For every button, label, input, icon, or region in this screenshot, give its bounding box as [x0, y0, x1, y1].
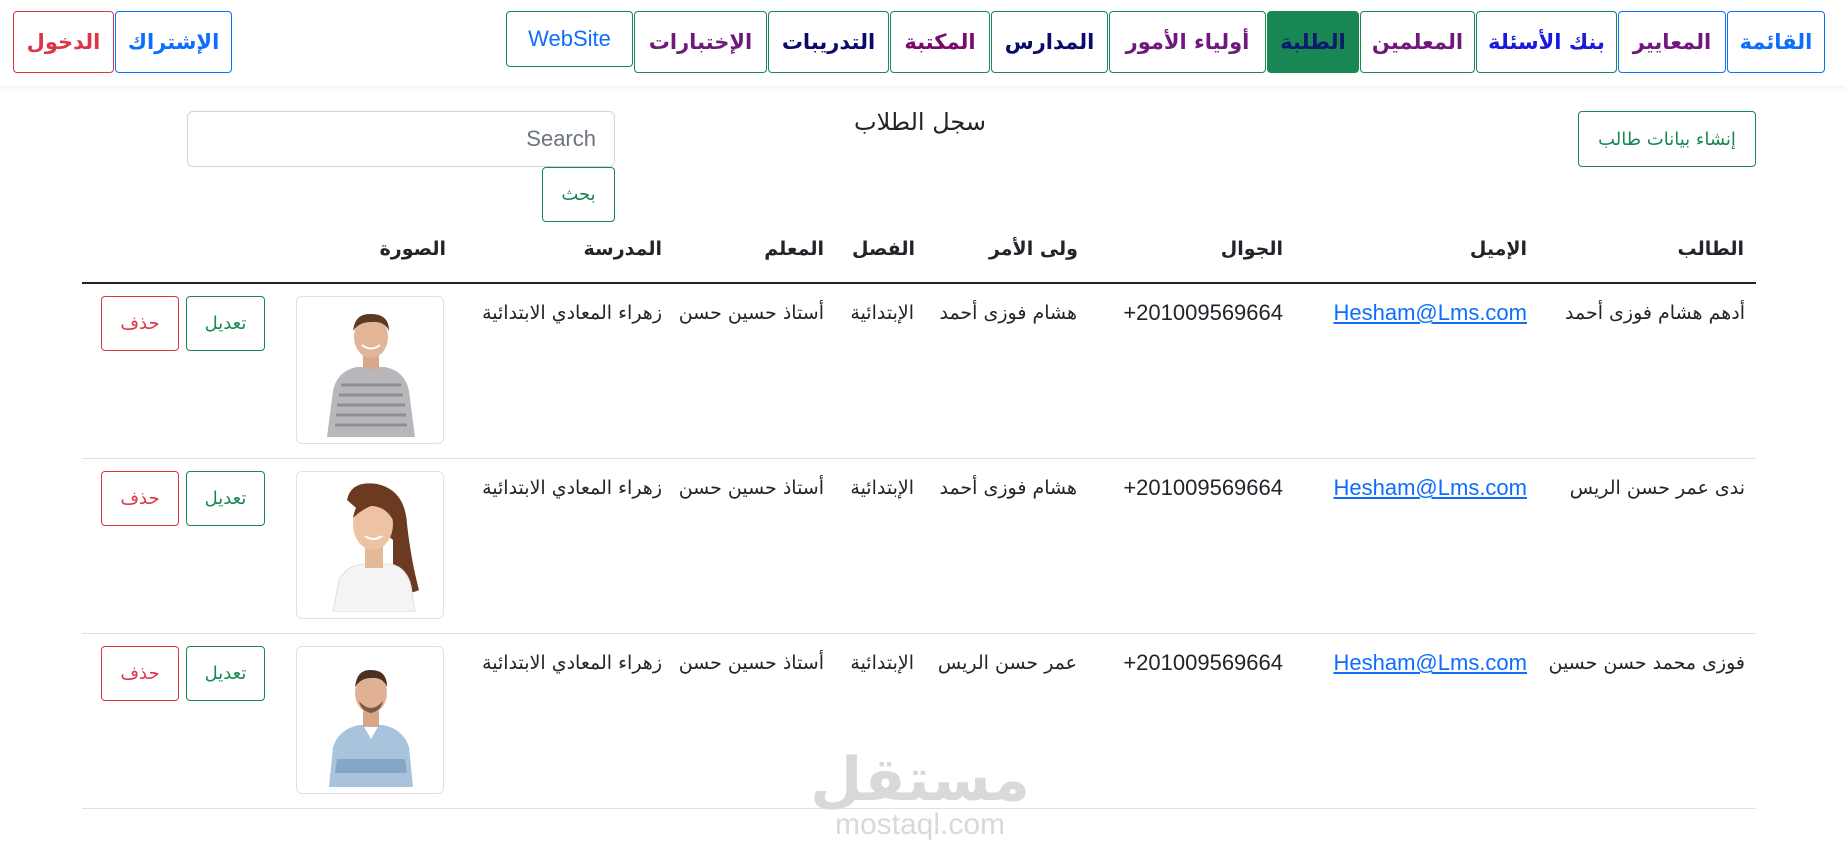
nav-menu[interactable]: القائمة [1727, 11, 1825, 73]
male-student-photo [307, 655, 435, 787]
row-divider [82, 458, 1756, 459]
create-student-button[interactable]: إنشاء بيانات طالب [1578, 111, 1756, 167]
student-photo [296, 646, 444, 794]
column-header-grade: الفصل [851, 238, 915, 260]
email-link[interactable]: Hesham@Lms.com [1334, 475, 1528, 501]
watermark-url: mostaql.com [834, 808, 1006, 841]
school-name: زهراء المعادي الابتدائية [482, 477, 662, 499]
teacher-name: أستاذ حسين حسن [678, 302, 824, 324]
column-header-photo: الصورة [379, 238, 446, 260]
nav-guardians[interactable]: أولياء الأمور [1109, 11, 1266, 73]
nav-students[interactable]: الطلبة [1267, 11, 1359, 73]
column-header-guardian: ولى الأمر [988, 238, 1078, 260]
column-header-student: الطالب [1677, 238, 1744, 260]
nav-trainings[interactable]: التدريبات [768, 11, 889, 73]
search-button[interactable]: بحث [542, 167, 615, 222]
teacher-name: أستاذ حسين حسن [678, 652, 824, 674]
teacher-name: أستاذ حسين حسن [678, 477, 824, 499]
edit-button[interactable]: تعديل [186, 296, 265, 351]
student-photo [296, 296, 444, 444]
edit-button[interactable]: تعديل [186, 471, 265, 526]
delete-button[interactable]: حذف [101, 471, 179, 526]
search-input[interactable] [187, 111, 615, 167]
edit-button[interactable]: تعديل [186, 646, 265, 701]
column-header-teacher: المعلم [764, 238, 824, 260]
delete-button[interactable]: حذف [101, 296, 179, 351]
delete-button[interactable]: حذف [101, 646, 179, 701]
grade-name: الإبتدائية [850, 302, 914, 324]
grade-name: الإبتدائية [850, 477, 914, 499]
column-header-school: المدرسة [583, 238, 662, 260]
student-photo [296, 471, 444, 619]
subscribe-button[interactable]: الإشتراك [115, 11, 232, 73]
nav-library[interactable]: المكتبة [890, 11, 990, 73]
email-link[interactable]: Hesham@Lms.com [1334, 300, 1528, 326]
nav-question-bank[interactable]: بنك الأسئلة [1476, 11, 1617, 73]
phone-number: +201009569664 [1123, 300, 1283, 325]
school-name: زهراء المعادي الابتدائية [482, 652, 662, 674]
phone-number: +201009569664 [1123, 475, 1283, 500]
page-title: سجل الطلاب [854, 108, 986, 136]
male-student-photo [307, 305, 435, 437]
login-button[interactable]: الدخول [13, 11, 114, 73]
nav-exams[interactable]: الإختبارات [634, 11, 767, 73]
nav-schools[interactable]: المدارس [991, 11, 1108, 73]
table-header-divider [82, 282, 1756, 284]
female-student-photo [307, 480, 435, 612]
email-link[interactable]: Hesham@Lms.com [1334, 650, 1528, 676]
column-header-email: الإميل [1469, 238, 1527, 260]
guardian-name: عمر حسن الريس [937, 652, 1077, 674]
top-navbar: القائمة المعايير بنك الأسئلة المعلمين ال… [0, 0, 1846, 86]
guardian-name: هشام فوزى أحمد [939, 477, 1077, 499]
grade-name: الإبتدائية [850, 652, 914, 674]
phone-number: +201009569664 [1123, 650, 1283, 675]
guardian-name: هشام فوزى أحمد [939, 302, 1077, 324]
website-button[interactable]: WebSite [506, 11, 633, 67]
nav-standards[interactable]: المعايير [1618, 11, 1726, 73]
student-name: أدهم هشام فوزى أحمد [1565, 302, 1745, 324]
student-name: ندى عمر حسن الريس [1569, 477, 1745, 499]
column-header-phone: الجوال [1220, 238, 1283, 260]
student-name: فوزى محمد حسن حسين [1548, 652, 1745, 674]
row-divider [82, 633, 1756, 634]
school-name: زهراء المعادي الابتدائية [482, 302, 662, 324]
watermark-logo: مستقل [810, 745, 1030, 815]
nav-teachers[interactable]: المعلمين [1360, 11, 1475, 73]
